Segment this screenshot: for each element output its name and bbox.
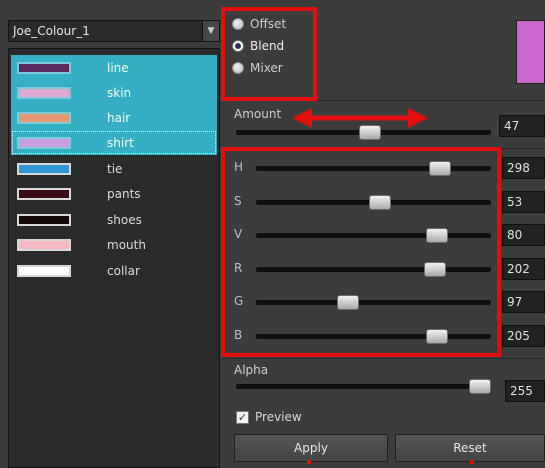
color-swatch — [17, 136, 71, 149]
color-item-mouth[interactable]: mouth — [11, 232, 217, 257]
channel-value-field-g[interactable]: 97 — [502, 291, 545, 313]
reset-label: Reset — [453, 441, 487, 455]
color-name: skin — [107, 85, 132, 100]
color-swatch — [17, 162, 71, 175]
amount-label: Amount — [234, 107, 282, 121]
color-name: shoes — [107, 212, 142, 227]
divider — [222, 358, 545, 359]
channel-value-field-h[interactable]: 298 — [502, 157, 545, 179]
annotation-marker — [470, 460, 474, 464]
channel-value-field-r[interactable]: 202 — [502, 258, 545, 280]
color-name: shirt — [107, 135, 134, 150]
amount-value-field[interactable]: 47 — [499, 115, 545, 137]
highlight-frame — [221, 147, 501, 357]
reset-button[interactable]: Reset — [395, 434, 545, 462]
arrow-head-right — [408, 108, 428, 128]
color-name: hair — [107, 110, 131, 125]
color-preview — [516, 20, 545, 84]
color-item-hair[interactable]: hair — [11, 105, 217, 130]
color-item-collar[interactable]: collar — [11, 258, 217, 283]
annotation-marker — [307, 460, 311, 464]
color-item-pants[interactable]: pants — [11, 181, 217, 206]
color-swatch — [17, 61, 71, 74]
color-list: line skin hair shirt tie pants shoes mou… — [8, 48, 220, 468]
highlight-frame — [221, 7, 317, 101]
palette-dropdown[interactable]: Joe_Colour_1 ▼ — [8, 20, 220, 42]
color-swatch — [17, 238, 71, 251]
color-swatch — [17, 213, 71, 226]
arrow-head-left — [292, 108, 312, 128]
preview-label: Preview — [255, 410, 302, 424]
color-item-skin[interactable]: skin — [11, 80, 217, 105]
color-item-line[interactable]: line — [11, 55, 217, 80]
channel-value-field-s[interactable]: 53 — [502, 191, 545, 213]
amount-slider-thumb[interactable] — [359, 125, 381, 140]
channel-value-field-v[interactable]: 80 — [502, 224, 545, 246]
color-name: collar — [107, 263, 140, 278]
color-item-shirt[interactable]: shirt — [11, 130, 217, 155]
color-swatch — [17, 264, 71, 277]
apply-button[interactable]: Apply — [234, 434, 388, 462]
color-swatch — [17, 111, 71, 124]
palette-name: Joe_Colour_1 — [13, 24, 90, 38]
apply-label: Apply — [294, 441, 328, 455]
alpha-label: Alpha — [234, 363, 269, 377]
color-swatch — [17, 86, 71, 99]
color-item-shoes[interactable]: shoes — [11, 207, 217, 232]
preview-toggle[interactable]: ✓ Preview — [236, 410, 302, 424]
color-name: pants — [107, 186, 141, 201]
preview-checkbox[interactable]: ✓ — [236, 410, 249, 424]
color-name: mouth — [107, 237, 146, 252]
color-name: line — [107, 60, 129, 75]
chevron-down-icon[interactable]: ▼ — [202, 21, 219, 41]
color-item-tie[interactable]: tie — [11, 156, 217, 181]
alpha-slider-thumb[interactable] — [469, 379, 491, 394]
channel-value-field-b[interactable]: 205 — [502, 325, 545, 347]
color-name: tie — [107, 161, 123, 176]
alpha-value-field[interactable]: 255 — [505, 380, 545, 402]
alpha-slider-track[interactable] — [236, 384, 491, 389]
color-swatch — [17, 187, 71, 200]
